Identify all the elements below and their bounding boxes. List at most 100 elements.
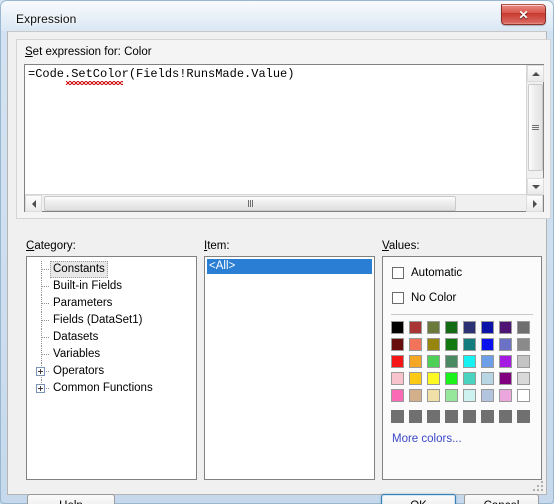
category-item-operators[interactable]: Operators [27, 363, 196, 380]
color-swatch[interactable] [499, 372, 512, 385]
expression-horizontal-scrollbar[interactable] [25, 194, 543, 212]
category-label-rest: ategory: [34, 240, 76, 252]
resize-grip-icon[interactable] [531, 479, 543, 491]
color-swatch[interactable] [517, 389, 530, 402]
category-item-label: Constants [50, 261, 108, 278]
color-swatch[interactable] [499, 338, 512, 351]
color-swatch[interactable] [481, 355, 494, 368]
scroll-right-arrow-icon[interactable] [526, 195, 543, 212]
expression-vertical-scrollbar[interactable] [526, 65, 544, 195]
cancel-button[interactable]: Cancel [464, 494, 539, 504]
checkbox-label: Automatic [411, 267, 463, 279]
values-panel: Automatic No Color More colors... [382, 256, 542, 480]
color-swatch[interactable] [463, 338, 476, 351]
color-swatch[interactable] [481, 389, 494, 402]
tree-connector [33, 312, 50, 329]
expression-editor[interactable]: =Code.SetColor(Fields!RunsMade.Value) [24, 64, 544, 212]
checkbox-no-color[interactable]: No Color [383, 289, 541, 307]
color-swatch[interactable] [427, 389, 440, 402]
scroll-left-arrow-icon[interactable] [25, 195, 42, 212]
color-swatch[interactable] [427, 372, 440, 385]
color-swatch[interactable] [445, 321, 458, 334]
expand-plus-icon[interactable] [36, 384, 45, 393]
color-swatch[interactable] [427, 355, 440, 368]
color-swatch[interactable] [481, 338, 494, 351]
color-swatch[interactable] [517, 355, 530, 368]
grayscale-swatch[interactable] [391, 410, 404, 423]
category-tree-items: Constants Built-in Fields Parameters Fields… [27, 257, 196, 397]
item-list-items: <All> [205, 257, 374, 276]
category-item-variables[interactable]: Variables [27, 346, 196, 363]
color-swatch[interactable] [391, 321, 404, 334]
grayscale-swatch[interactable] [427, 410, 440, 423]
category-item-fields-dataset1[interactable]: Fields (DataSet1) [27, 312, 196, 329]
color-swatch[interactable] [517, 321, 530, 334]
expression-label-rest: et expression for: Color [32, 46, 152, 58]
color-swatch[interactable] [445, 355, 458, 368]
color-swatch[interactable] [409, 338, 422, 351]
vertical-scrollbar-thumb[interactable] [528, 84, 543, 171]
grayscale-swatch[interactable] [517, 410, 530, 423]
color-swatch[interactable] [481, 372, 494, 385]
horizontal-scrollbar-thumb[interactable] [44, 196, 456, 211]
category-item-label: Parameters [53, 297, 113, 309]
color-swatch[interactable] [391, 372, 404, 385]
color-swatch[interactable] [517, 372, 530, 385]
grayscale-swatch[interactable] [499, 410, 512, 423]
dialog-client-area: Set expression for: Color =Code.SetColor… [7, 31, 551, 504]
expression-dialog-window: Expression ✕ Set expression for: Color =… [0, 0, 554, 504]
color-swatch[interactable] [391, 355, 404, 368]
help-button[interactable]: Help [27, 494, 115, 504]
list-item[interactable]: <All> [207, 259, 372, 274]
category-item-common-functions[interactable]: Common Functions [27, 380, 196, 397]
ok-button[interactable]: OK [381, 494, 456, 504]
category-item-constants[interactable]: Constants [27, 261, 196, 278]
color-swatch[interactable] [463, 372, 476, 385]
checkbox-icon[interactable] [392, 267, 404, 279]
category-item-datasets[interactable]: Datasets [27, 329, 196, 346]
color-swatch[interactable] [409, 321, 422, 334]
color-swatch[interactable] [445, 372, 458, 385]
values-label: Values: [382, 240, 420, 252]
color-swatch[interactable] [481, 321, 494, 334]
window-title: Expression [16, 12, 77, 26]
checkbox-automatic[interactable]: Automatic [383, 264, 541, 282]
color-swatch[interactable] [517, 338, 530, 351]
category-tree[interactable]: Constants Built-in Fields Parameters Fields… [26, 256, 197, 480]
item-label-rest: tem: [207, 240, 230, 252]
color-swatch[interactable] [409, 372, 422, 385]
checkbox-icon[interactable] [392, 292, 404, 304]
scroll-up-arrow-icon[interactable] [527, 65, 544, 82]
close-icon[interactable]: ✕ [501, 4, 546, 25]
category-item-parameters[interactable]: Parameters [27, 295, 196, 312]
grayscale-swatch[interactable] [445, 410, 458, 423]
color-swatch[interactable] [427, 338, 440, 351]
more-colors-link[interactable]: More colors... [383, 427, 541, 445]
color-palette-grid[interactable] [383, 315, 541, 406]
item-list[interactable]: <All> [204, 256, 375, 480]
color-swatch[interactable] [463, 321, 476, 334]
grayscale-swatch[interactable] [409, 410, 422, 423]
color-swatch[interactable] [445, 389, 458, 402]
color-swatch[interactable] [409, 389, 422, 402]
color-swatch[interactable] [445, 338, 458, 351]
grayscale-swatch[interactable] [481, 410, 494, 423]
grayscale-swatch[interactable] [463, 410, 476, 423]
expand-plus-icon[interactable] [36, 367, 45, 376]
category-item-label: Datasets [53, 331, 99, 343]
title-bar[interactable]: Expression ✕ [7, 4, 547, 31]
color-swatch[interactable] [409, 355, 422, 368]
color-swatch[interactable] [391, 338, 404, 351]
color-swatch[interactable] [499, 355, 512, 368]
color-swatch[interactable] [499, 321, 512, 334]
tree-connector [33, 295, 50, 312]
color-swatch[interactable] [427, 321, 440, 334]
color-swatch[interactable] [463, 389, 476, 402]
color-swatch[interactable] [391, 389, 404, 402]
color-swatch[interactable] [499, 389, 512, 402]
color-swatch[interactable] [463, 355, 476, 368]
scroll-down-arrow-icon[interactable] [527, 178, 544, 195]
scroll-thumb-grip-icon [532, 125, 539, 130]
grayscale-palette-row[interactable] [383, 406, 541, 427]
category-item-built-in-fields[interactable]: Built-in Fields [27, 278, 196, 295]
